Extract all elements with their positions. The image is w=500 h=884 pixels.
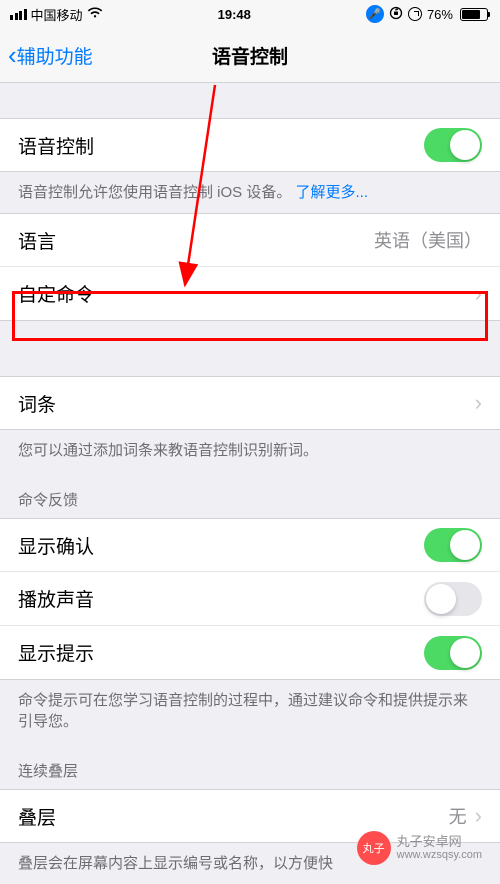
battery-icon <box>458 8 490 21</box>
vocabulary-label: 词条 <box>18 390 56 417</box>
show-hints-toggle[interactable] <box>424 636 482 670</box>
chevron-right-icon: › <box>475 803 482 829</box>
battery-percent: 76% <box>427 7 453 22</box>
status-right: 🎤 76% <box>366 5 490 23</box>
wifi-icon <box>87 7 103 22</box>
show-confirm-toggle[interactable] <box>424 528 482 562</box>
voice-control-cell: 语音控制 <box>0 118 500 172</box>
chevron-left-icon: ‹ <box>8 40 17 71</box>
watermark-name: 丸子安卓网 <box>397 834 482 850</box>
custom-commands-label: 自定命令 <box>18 280 94 307</box>
custom-commands-cell[interactable]: 自定命令 › <box>0 267 500 321</box>
alarm-icon <box>408 7 422 21</box>
feedback-footer: 命令提示可在您学习语音控制的过程中，通过建议命令和提供提示来引导您。 <box>0 680 500 742</box>
status-bar: 中国移动 19:48 🎤 76% <box>0 0 500 28</box>
voice-control-label: 语音控制 <box>18 132 94 159</box>
page-title: 语音控制 <box>212 42 288 69</box>
status-time: 19:48 <box>218 7 251 22</box>
back-button[interactable]: ‹ 辅助功能 <box>0 40 93 71</box>
overlay-value: 无 <box>449 803 467 829</box>
vocabulary-footer: 您可以通过添加词条来教语音控制识别新词。 <box>0 430 500 471</box>
watermark: 丸子 丸子安卓网 www.wzsqsy.com <box>357 831 482 865</box>
language-value: 英语（美国） <box>374 227 482 253</box>
voice-control-toggle[interactable] <box>424 128 482 162</box>
show-confirm-cell: 显示确认 <box>0 518 500 572</box>
language-cell[interactable]: 语言 英语（美国） <box>0 213 500 267</box>
status-left: 中国移动 <box>10 5 103 24</box>
play-sound-toggle[interactable] <box>424 582 482 616</box>
chevron-right-icon: › <box>475 281 482 307</box>
watermark-url: www.wzsqsy.com <box>397 849 482 862</box>
carrier-label: 中国移动 <box>31 5 83 24</box>
show-hints-label: 显示提示 <box>18 639 94 666</box>
nav-bar: ‹ 辅助功能 语音控制 <box>0 28 500 83</box>
language-label: 语言 <box>18 227 56 254</box>
lock-icon <box>389 6 403 23</box>
voice-control-footer: 语音控制允许您使用语音控制 iOS 设备。 了解更多... <box>0 172 500 213</box>
watermark-logo: 丸子 <box>357 831 391 865</box>
feedback-header: 命令反馈 <box>0 471 500 518</box>
chevron-right-icon: › <box>475 390 482 416</box>
play-sound-label: 播放声音 <box>18 585 94 612</box>
voice-indicator-icon: 🎤 <box>366 5 384 23</box>
back-label: 辅助功能 <box>17 42 93 69</box>
overlay-label: 叠层 <box>18 803 56 830</box>
show-confirm-label: 显示确认 <box>18 532 94 559</box>
play-sound-cell: 播放声音 <box>0 572 500 626</box>
vocabulary-cell[interactable]: 词条 › <box>0 376 500 430</box>
learn-more-link[interactable]: 了解更多... <box>296 184 369 201</box>
signal-icon <box>10 9 27 20</box>
show-hints-cell: 显示提示 <box>0 626 500 680</box>
overlay-header: 连续叠层 <box>0 742 500 789</box>
